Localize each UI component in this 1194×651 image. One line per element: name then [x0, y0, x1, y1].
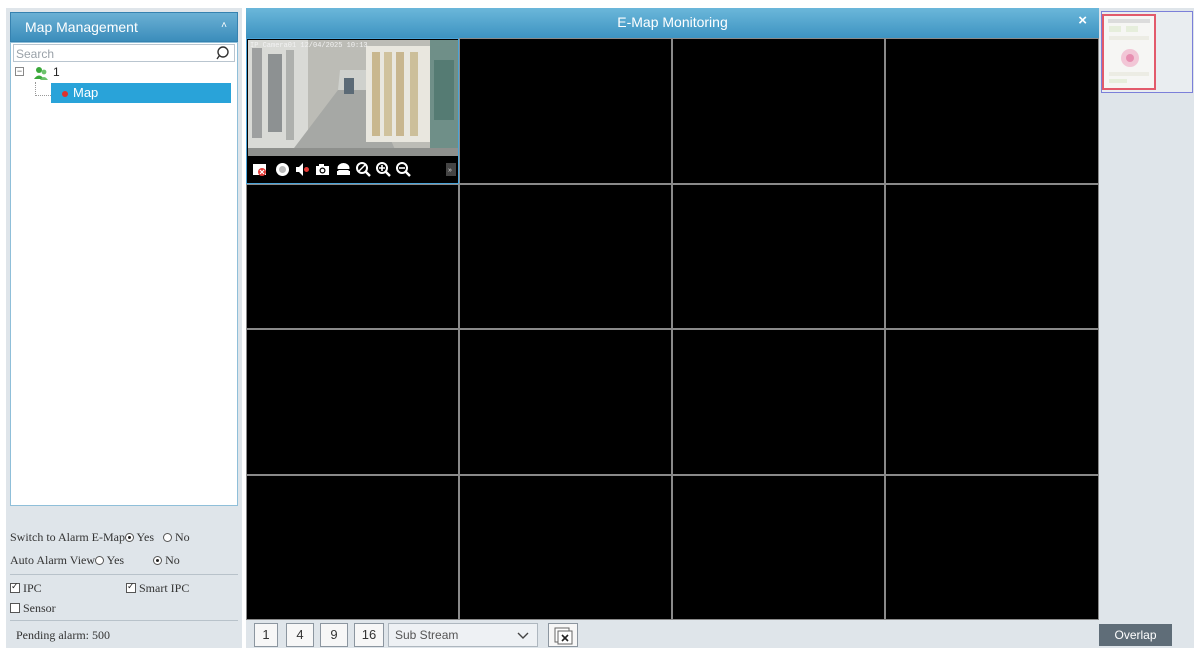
bottom-toolbar: 1 4 9 16 Sub Stream — [246, 620, 1099, 648]
video-cell-6[interactable] — [459, 184, 672, 329]
zoom-in-icon[interactable] — [376, 162, 391, 177]
video-cell-4[interactable] — [885, 38, 1099, 184]
map-node-icon — [62, 91, 68, 97]
record-icon[interactable] — [275, 162, 290, 177]
map-management-panel: Map Management ˄ − 1 — [6, 8, 242, 648]
camera-overlay-text: IP Camera01 12/04/2025 10:13 — [250, 42, 368, 50]
collapse-icon[interactable]: ˄ — [221, 20, 227, 31]
map-management-title: Map Management — [25, 19, 138, 35]
video-cell-7[interactable] — [672, 184, 885, 329]
video-cell-8[interactable] — [885, 184, 1099, 329]
search-icon[interactable] — [216, 45, 232, 61]
emap-app: Map Management ˄ − 1 — [0, 0, 1194, 650]
video-cell-5[interactable] — [246, 184, 459, 329]
layout-9-button[interactable]: 9 — [320, 623, 348, 647]
auto-alarm-no-radio[interactable] — [153, 556, 163, 565]
auto-alarm-label: Auto Alarm View — [10, 553, 96, 567]
auto-alarm-no-label: No — [165, 553, 180, 567]
map-management-header: Map Management ˄ — [10, 12, 238, 42]
close-icon[interactable]: × — [1078, 12, 1087, 29]
ptz-icon[interactable] — [336, 162, 351, 177]
switch-alarm-no-label: No — [175, 530, 190, 544]
tree-item-map-label: Map — [73, 85, 99, 100]
ipc-filter-row: IPC — [10, 581, 42, 596]
sensor-filter-row: Sensor — [10, 601, 56, 616]
layout-16-button[interactable]: 16 — [354, 623, 384, 647]
video-cell-3[interactable] — [672, 38, 885, 184]
camera-feed-image: IP Camera01 12/04/2025 10:13 — [248, 40, 458, 156]
tree-collapse-icon[interactable]: − — [15, 67, 24, 76]
separator — [10, 620, 238, 621]
tree-item-map[interactable]: Map — [51, 83, 231, 103]
snapshot-icon[interactable] — [315, 162, 330, 177]
smart-ipc-checkbox[interactable] — [126, 581, 136, 593]
video-grid: IP Camera01 12/04/2025 10:13 » — [246, 38, 1099, 620]
stream-select-value: Sub Stream — [395, 628, 459, 642]
zoom-out-icon[interactable] — [396, 162, 411, 177]
video-cell-2[interactable] — [459, 38, 672, 184]
smart-ipc-filter-row: Smart IPC — [126, 581, 189, 596]
group-icon — [34, 67, 48, 80]
switch-alarm-yes-radio[interactable] — [124, 533, 134, 542]
video-cell-14[interactable] — [459, 475, 672, 620]
pending-alarm-status: Pending alarm: 500 — [16, 628, 110, 642]
video-cell-13[interactable] — [246, 475, 459, 620]
auto-alarm-row: Auto Alarm View Yes No — [10, 553, 180, 568]
auto-alarm-yes-label: Yes — [106, 553, 125, 567]
switch-alarm-yes-label: Yes — [136, 530, 155, 544]
mute-icon[interactable] — [295, 162, 310, 177]
tree-root-label: 1 — [53, 65, 60, 79]
video-cell-15[interactable] — [672, 475, 885, 620]
sensor-checkbox[interactable] — [10, 603, 20, 613]
search-input[interactable] — [16, 46, 206, 61]
zoom-icon[interactable] — [356, 162, 371, 177]
more-icon[interactable]: » — [446, 162, 456, 177]
close-all-icon — [554, 627, 573, 645]
smart-ipc-label: Smart IPC — [139, 581, 190, 595]
map-overview-panel: Overlap — [1099, 8, 1194, 648]
monitoring-header: E-Map Monitoring × — [246, 8, 1099, 38]
sensor-label: Sensor — [23, 601, 56, 615]
camera-toolbar: » — [248, 157, 458, 181]
map-thumbnail[interactable] — [1101, 11, 1193, 93]
ipc-label: IPC — [23, 581, 42, 595]
switch-alarm-no-radio[interactable] — [163, 533, 173, 542]
ipc-checkbox[interactable] — [10, 581, 20, 593]
video-cell-10[interactable] — [459, 329, 672, 475]
overlap-button[interactable]: Overlap — [1099, 624, 1172, 646]
map-tree-box: − 1 Map — [10, 42, 238, 506]
switch-alarm-row: Switch to Alarm E-Map Yes No — [10, 530, 190, 545]
close-all-button[interactable] — [548, 623, 578, 647]
monitoring-title: E-Map Monitoring — [617, 14, 728, 30]
search-box — [13, 44, 235, 62]
video-cell-11[interactable] — [672, 329, 885, 475]
minimap-viewport[interactable] — [1102, 14, 1156, 90]
video-cell-16[interactable] — [885, 475, 1099, 620]
layout-4-button[interactable]: 4 — [286, 623, 314, 647]
switch-alarm-label: Switch to Alarm E-Map — [10, 530, 125, 544]
svg-text:»: » — [448, 167, 452, 174]
layout-1-button[interactable]: 1 — [254, 623, 278, 647]
video-cell-9[interactable] — [246, 329, 459, 475]
chevron-down-icon — [517, 632, 529, 639]
stream-select[interactable]: Sub Stream — [388, 623, 538, 647]
close-view-icon[interactable] — [252, 162, 267, 177]
emap-monitoring-window: E-Map Monitoring × IP Camera01 12/04/202… — [246, 8, 1099, 648]
separator — [10, 574, 238, 575]
video-cell-1[interactable]: IP Camera01 12/04/2025 10:13 » — [246, 38, 459, 184]
video-cell-12[interactable] — [885, 329, 1099, 475]
auto-alarm-yes-radio[interactable] — [95, 556, 105, 565]
